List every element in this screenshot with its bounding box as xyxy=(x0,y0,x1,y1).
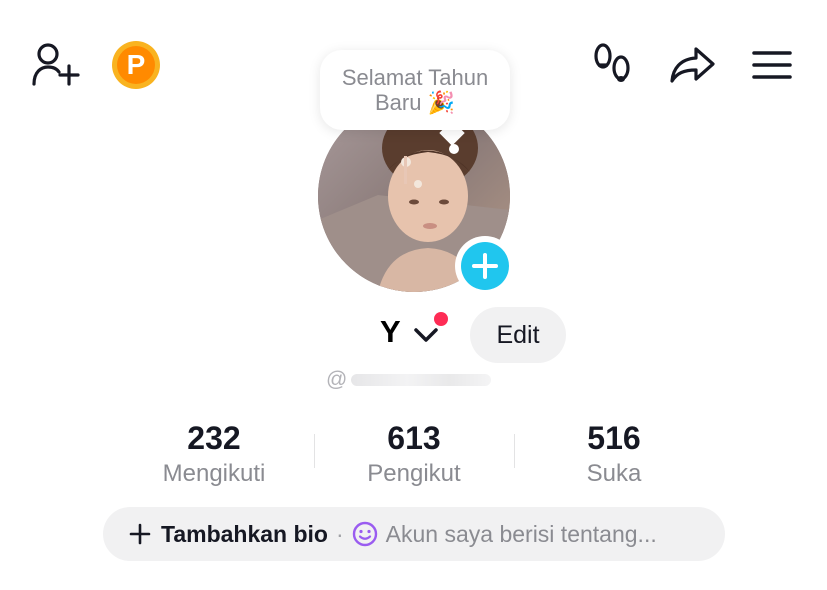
person-plus-icon xyxy=(32,43,80,86)
bubble-line-2-text: Baru xyxy=(374,90,422,115)
edit-profile-button[interactable]: Edit xyxy=(470,307,566,363)
bubble-dot xyxy=(449,144,459,154)
stat-value: 516 xyxy=(587,420,641,456)
footprints-icon xyxy=(594,43,630,82)
points-coin-icon: P xyxy=(112,41,160,89)
account-switch-button[interactable] xyxy=(412,322,440,346)
profile-name: Y xyxy=(380,314,401,349)
profile-views-button[interactable] xyxy=(586,40,638,90)
stat-likes[interactable]: 516 Suka xyxy=(514,418,714,490)
username-text: @ xyxy=(326,368,348,391)
add-bio-label: Tambahkan bio xyxy=(161,520,328,547)
add-avatar-button[interactable] xyxy=(455,236,515,296)
bubble-line-1: Selamat Tahun xyxy=(341,65,489,90)
share-button[interactable] xyxy=(664,40,720,90)
stat-value: 613 xyxy=(387,420,441,456)
stat-label: Suka xyxy=(586,460,642,487)
points-letter: P xyxy=(117,46,155,84)
bubble-line-2: Baru 🎉 xyxy=(375,90,455,115)
stat-followers[interactable]: 613 Pengikut xyxy=(314,418,514,490)
chevron-down-icon xyxy=(414,328,438,342)
stat-value: 232 xyxy=(187,420,241,456)
stat-label: Mengikuti xyxy=(162,460,266,487)
add-bio-button[interactable]: Tambahkan bio · Akun saya berisi tentang… xyxy=(103,507,725,561)
smile-icon xyxy=(352,521,378,547)
add-friend-button[interactable] xyxy=(28,38,84,90)
bio-separator: · xyxy=(336,520,344,547)
notification-dot xyxy=(434,312,448,326)
party-popper-icon: 🎉 xyxy=(427,90,455,115)
plus-icon xyxy=(461,242,509,290)
menu-button[interactable] xyxy=(748,42,796,88)
status-bubble[interactable]: Selamat Tahun Baru 🎉 xyxy=(320,50,510,130)
hamburger-menu-icon xyxy=(752,51,792,79)
stat-label: Pengikut xyxy=(367,460,461,487)
bio-placeholder: Akun saya berisi tentang... xyxy=(385,520,657,547)
plus-icon xyxy=(129,523,151,545)
stat-following[interactable]: 232 Mengikuti xyxy=(114,418,314,490)
username: @ xyxy=(326,366,506,394)
username-redacted xyxy=(351,374,492,386)
share-arrow-icon xyxy=(670,47,715,83)
points-button[interactable]: P xyxy=(110,40,162,90)
